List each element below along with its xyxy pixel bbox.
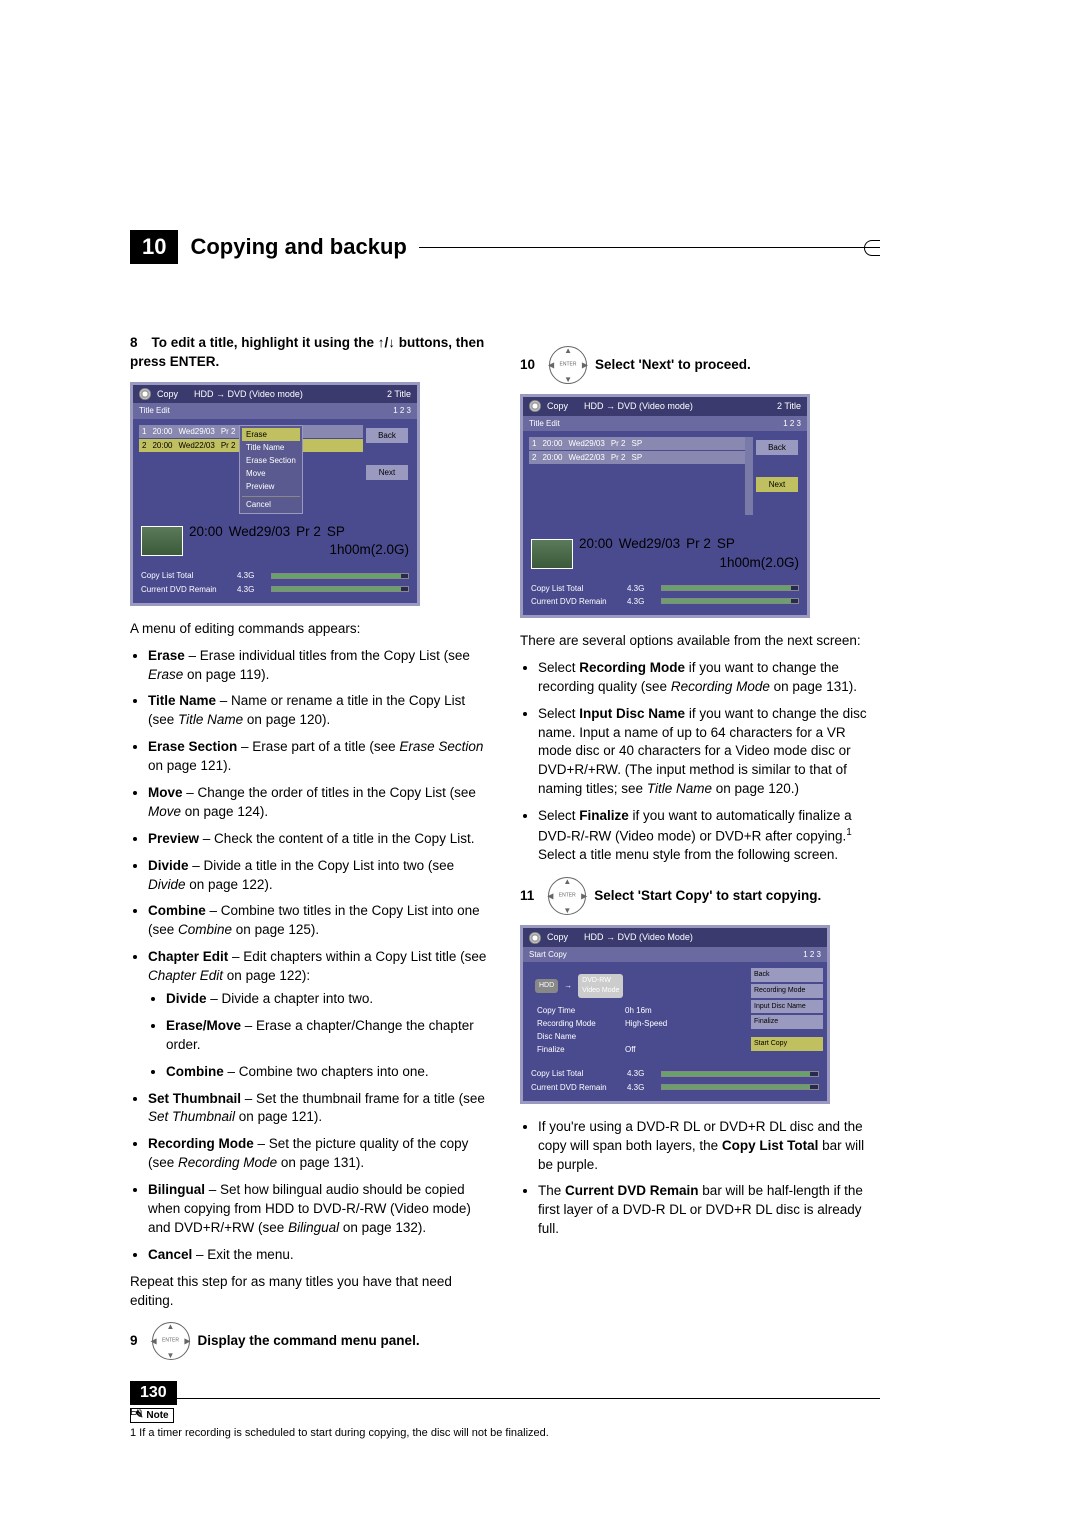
disc-icon	[529, 400, 541, 412]
list-item: Select Input Disc Name if you want to ch…	[538, 705, 880, 799]
list-item: Cancel – Exit the menu.	[148, 1246, 490, 1265]
back-button: Back	[756, 440, 798, 455]
dvd-icon: DVD-RW Video Mode	[578, 974, 623, 998]
disc-icon	[139, 388, 151, 400]
right-column: 10 ▲▼◀▶ Select 'Next' to proceed. Copy H…	[520, 334, 880, 1368]
list-item: Erase/Move – Erase a chapter/Change the …	[166, 1017, 490, 1055]
list-item: Erase – Erase individual titles from the…	[148, 647, 490, 685]
header-rule	[419, 247, 880, 248]
enter-dpad-icon: ▲▼◀▶	[549, 346, 587, 384]
chapter-number: 10	[130, 230, 178, 264]
chapter-header: 10 Copying and backup	[130, 230, 880, 264]
post-step11-list: If you're using a DVD-R DL or DVD+R DL d…	[538, 1118, 880, 1239]
disc-icon	[529, 932, 541, 944]
left-column: 8To edit a title, highlight it using the…	[130, 334, 490, 1368]
page-number: 130	[130, 1381, 177, 1405]
step-9: 9 ▲▼◀▶ Display the command menu panel.	[130, 1322, 490, 1360]
back-button: Back	[366, 428, 408, 443]
next-button: Next	[366, 465, 408, 480]
start-copy-screenshot: Copy HDD → DVD (Video Mode) Start Copy1 …	[520, 925, 880, 1104]
page-number-block: 130 En	[130, 1381, 177, 1418]
next-button: Next	[756, 477, 798, 492]
list-item: If you're using a DVD-R DL or DVD+R DL d…	[538, 1118, 880, 1175]
next-screen-options-list: Select Recording Mode if you want to cha…	[538, 659, 880, 865]
step-11: 11 ▲▼◀▶ Select 'Start Copy' to start cop…	[520, 877, 880, 915]
list-item: Move – Change the order of titles in the…	[148, 784, 490, 822]
list-item: Preview – Check the content of a title i…	[148, 830, 490, 849]
list-item: Select Recording Mode if you want to cha…	[538, 659, 880, 697]
list-item: Select Finalize if you want to automatic…	[538, 807, 880, 865]
list-item: Bilingual – Set how bilingual audio shou…	[148, 1181, 490, 1238]
arrow-right-icon: →	[564, 980, 572, 991]
edit-commands-list: Erase – Erase individual titles from the…	[148, 647, 490, 1265]
thumbnail-preview	[531, 539, 573, 569]
after-step10-text: There are several options available from…	[520, 632, 880, 651]
list-item: Set Thumbnail – Set the thumbnail frame …	[148, 1090, 490, 1128]
list-item: Combine – Combine two chapters into one.	[166, 1063, 490, 1082]
list-item: Erase Section – Erase part of a title (s…	[148, 738, 490, 776]
step-10: 10 ▲▼◀▶ Select 'Next' to proceed.	[520, 346, 880, 384]
title-edit-screenshot-1: Copy HDD → DVD (Video mode) 2 Title Titl…	[130, 382, 490, 606]
hdd-icon: HDD	[535, 979, 558, 993]
list-item: Divide – Divide a title in the Copy List…	[148, 857, 490, 895]
start-copy-menu: Back Recording Mode Input Disc Name Fina…	[751, 966, 823, 1053]
thumbnail-preview	[141, 526, 183, 556]
footnote-separator	[130, 1398, 880, 1399]
menu-intro-text: A menu of editing commands appears:	[130, 620, 490, 639]
enter-dpad-icon: ▲▼◀▶	[548, 877, 586, 915]
list-item: Divide – Divide a chapter into two.	[166, 990, 490, 1009]
footnote-text: 1 If a timer recording is scheduled to s…	[130, 1427, 880, 1439]
scrollbar	[745, 437, 753, 515]
list-item: Chapter Edit – Edit chapters within a Co…	[148, 948, 490, 1081]
page-language: En	[130, 1407, 177, 1418]
list-item: Title Name – Name or rename a title in t…	[148, 692, 490, 730]
list-item: Recording Mode – Set the picture quality…	[148, 1135, 490, 1173]
step-8-heading: 8To edit a title, highlight it using the…	[130, 334, 490, 372]
list-item: The Current DVD Remain bar will be half-…	[538, 1182, 880, 1239]
context-menu: Erase Title Name Erase Section Move Prev…	[239, 425, 303, 514]
list-item: Combine – Combine two titles in the Copy…	[148, 902, 490, 940]
title-edit-screenshot-2: Copy HDD → DVD (Video mode) 2 Title Titl…	[520, 394, 880, 618]
repeat-text: Repeat this step for as many titles you …	[130, 1273, 490, 1311]
enter-dpad-icon: ▲▼◀▶	[152, 1322, 190, 1360]
chapter-title: Copying and backup	[190, 234, 406, 260]
